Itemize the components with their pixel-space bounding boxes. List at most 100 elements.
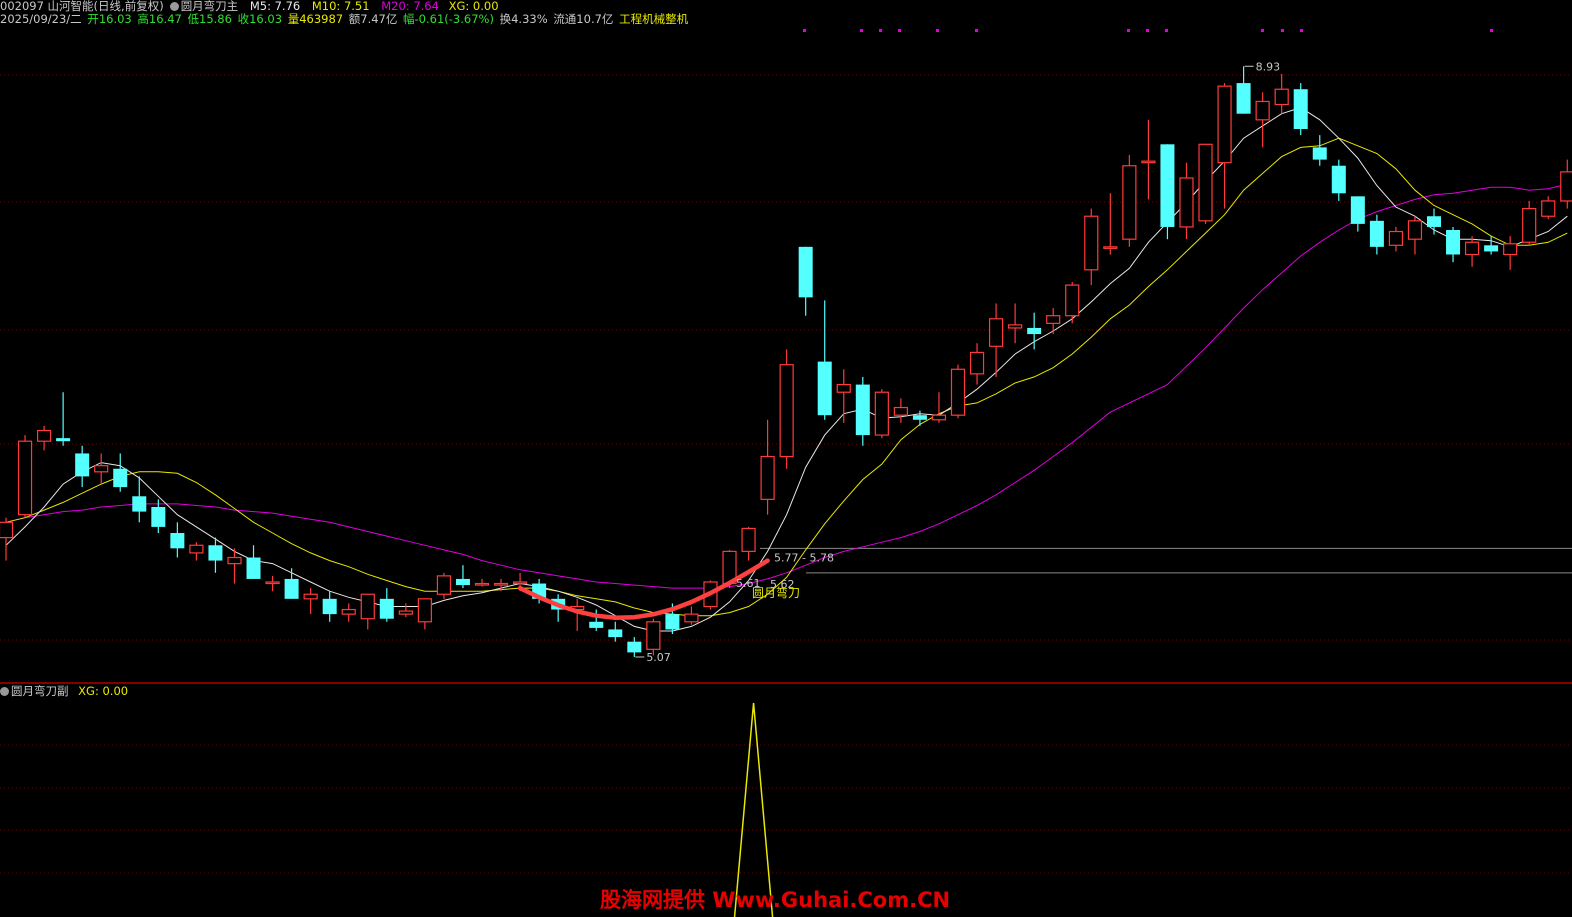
- candle-body-up: [398, 610, 413, 615]
- candle-body-up: [1008, 324, 1023, 329]
- candle-body-up: [341, 608, 356, 615]
- signal-marker: [975, 29, 978, 32]
- quote-industry[interactable]: 工程机械整机: [619, 12, 688, 26]
- candle-body-down: [855, 384, 870, 436]
- candle-body-down: [1446, 230, 1461, 255]
- candle-body-down: [322, 598, 337, 615]
- candle-body-down: [170, 533, 185, 549]
- quote-close: 收16.03: [237, 12, 283, 26]
- candle-body-up: [1141, 160, 1156, 164]
- candle-body-down: [132, 496, 147, 512]
- candle-body-up: [1522, 207, 1537, 243]
- candle-body-up: [931, 414, 947, 421]
- candle-body-down: [1331, 165, 1346, 194]
- candle-body-down: [1160, 144, 1175, 227]
- quote-amount: 额7.47亿: [348, 12, 398, 26]
- candle-body-down: [151, 507, 166, 527]
- candle-body-down: [56, 438, 71, 442]
- signal-marker: [1127, 29, 1130, 32]
- candle-body-up: [969, 351, 985, 375]
- signal-marker: [898, 29, 901, 32]
- candle-body-up: [512, 581, 528, 585]
- quote-date: 2025/09/23/二: [0, 12, 82, 26]
- candle-body-down: [627, 641, 642, 653]
- candle-body-up: [1407, 220, 1423, 240]
- candle-body-up: [1274, 88, 1289, 106]
- quote-float: 流通10.7亿: [553, 12, 614, 26]
- candle-body-down: [208, 545, 223, 561]
- candle-body-down: [246, 557, 261, 579]
- candle-body-down: [455, 578, 470, 586]
- candle-body-down: [665, 614, 680, 630]
- candle-body-up: [646, 621, 661, 650]
- candle-body-up: [1217, 85, 1232, 164]
- high-price-label: 8.93: [1256, 60, 1281, 73]
- candle-body-down: [589, 621, 604, 628]
- quote-open: 开16.03: [87, 12, 132, 26]
- quote-low: 低15.86: [187, 12, 232, 26]
- candle-body-up: [360, 593, 375, 620]
- candle-body-up: [893, 406, 908, 416]
- candle-body-down: [1312, 147, 1327, 160]
- candle-body-down: [912, 415, 927, 420]
- candle-body-up: [950, 368, 966, 416]
- candle-body-down: [379, 598, 394, 619]
- candle-body-up: [988, 318, 1004, 347]
- watermark: 股海网提供 Www.Guhai.Com.CN: [600, 888, 951, 912]
- stock-chart-canvas[interactable]: 8.935.075.77 - 5.785.61 5.62圆月弯刀: [0, 0, 1572, 917]
- candle-body-down: [1236, 83, 1251, 114]
- signal-marker: [1281, 29, 1284, 32]
- candle-body-down: [1293, 89, 1308, 130]
- signal-marker: [1300, 29, 1303, 32]
- signal-marker: [936, 29, 939, 32]
- sub-xg-value: XG: 0.00: [78, 684, 129, 698]
- candle-body-up: [1198, 143, 1213, 222]
- candle-body-up: [779, 364, 794, 458]
- signal-marker: [1146, 29, 1149, 32]
- signal-label: 圆月弯刀: [752, 585, 800, 600]
- candle-body-up: [1464, 241, 1480, 256]
- quote-turnover: 换4.33%: [499, 12, 548, 26]
- candle-body-up: [1046, 315, 1061, 324]
- low-price-label: 5.07: [646, 651, 671, 664]
- candle-body-down: [817, 361, 832, 416]
- candle-body-up: [684, 613, 699, 623]
- candle-body-up: [474, 582, 490, 586]
- candle-body-up: [760, 455, 775, 500]
- candle-body-up: [1560, 171, 1572, 202]
- signal-marker: [860, 29, 863, 32]
- candle-body-up: [1388, 230, 1404, 246]
- settings-icon[interactable]: [169, 2, 179, 11]
- quote-info-bar: 2025/09/23/二 开16.03 高16.47 低15.86 收16.03…: [0, 13, 690, 26]
- candle-body-up: [0, 521, 14, 539]
- candle-body-down: [1350, 196, 1365, 224]
- candle-body-up: [303, 593, 318, 600]
- candle-body-down: [608, 629, 623, 638]
- candle-body-up: [17, 440, 33, 516]
- settings-icon[interactable]: [0, 687, 9, 696]
- candle-body-up: [741, 527, 756, 552]
- candle-body-down: [1484, 245, 1499, 252]
- candle-body-up: [1541, 200, 1556, 217]
- signal-marker: [879, 29, 882, 32]
- candle-body-down: [1427, 216, 1441, 227]
- candle-body-up: [1179, 177, 1194, 228]
- signal-marker: [803, 29, 806, 32]
- range-label: 5.77 - 5.78: [774, 551, 834, 564]
- candle-body-up: [1065, 284, 1080, 317]
- candle-body-down: [113, 468, 128, 488]
- candle-body-up: [227, 556, 242, 565]
- candle-body-up: [1503, 243, 1518, 256]
- sub-indicator-name[interactable]: 圆月弯刀副: [11, 684, 69, 698]
- candle-body-up: [417, 598, 432, 623]
- candle-body-up: [36, 429, 52, 442]
- candle-body-up: [1122, 165, 1137, 240]
- candle-body-up: [874, 391, 889, 436]
- candle-body-up: [836, 383, 851, 393]
- candle-body-up: [189, 544, 204, 554]
- quote-high: 高16.47: [137, 12, 182, 26]
- candle-body-down: [75, 453, 90, 477]
- candle-body-up: [436, 575, 452, 595]
- candle-body-down: [1027, 327, 1042, 335]
- signal-marker: [1261, 29, 1264, 32]
